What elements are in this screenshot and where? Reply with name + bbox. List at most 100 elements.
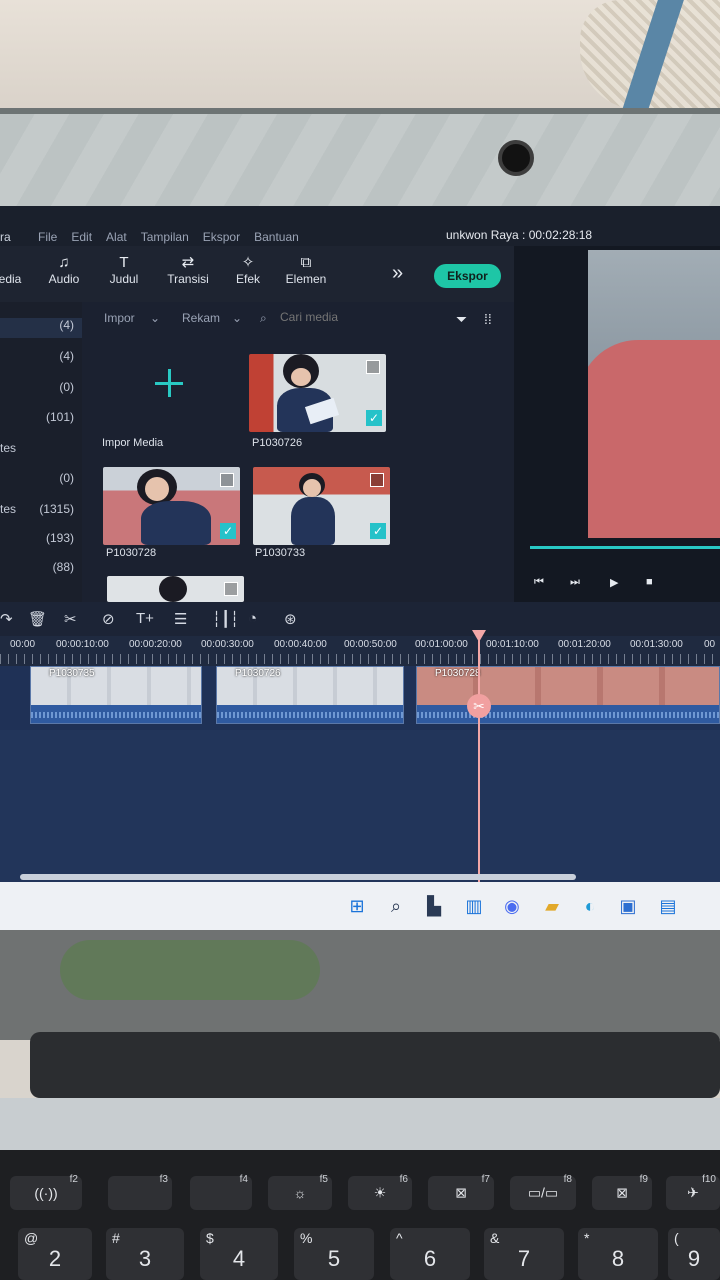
category-item[interactable]: (193) <box>0 531 82 551</box>
menu-edit[interactable]: Edit <box>71 230 92 244</box>
key-f9[interactable]: f9 ⊠ <box>592 1174 652 1210</box>
timeline-clip-name: P1030735 <box>49 668 95 679</box>
record-dropdown[interactable]: Rekam <box>182 311 220 325</box>
text-add-icon[interactable]: T+ <box>136 610 154 627</box>
menu-tools[interactable]: Alat <box>106 230 127 244</box>
category-item[interactable]: (4) <box>0 349 82 369</box>
tab-audio[interactable]: ♫ Audio <box>36 254 92 286</box>
laptop-bottom-bezel <box>0 930 720 1040</box>
category-item[interactable]: (4) <box>0 318 82 338</box>
task-view-icon[interactable]: ▙ <box>422 894 446 918</box>
key-2[interactable]: @2 <box>18 1228 92 1280</box>
key-f10[interactable]: f10 ✈ <box>666 1174 720 1210</box>
media-clip-thumbnail[interactable]: ✓ <box>249 354 386 432</box>
key-f8[interactable]: f8 ▭/▭ <box>510 1174 576 1210</box>
projector-icon: ▭/▭ <box>527 1184 559 1201</box>
redo-icon[interactable]: ↷ <box>0 610 13 628</box>
chat-icon[interactable]: ◉ <box>500 894 524 918</box>
key-f3[interactable]: f3 <box>108 1174 172 1210</box>
key-6[interactable]: ^ 6 <box>390 1228 470 1280</box>
category-item[interactable]: (0) <box>0 471 82 491</box>
chevron-down-icon[interactable]: ⌄ <box>150 311 160 325</box>
stop-icon[interactable]: ■ <box>646 576 653 588</box>
ruler-ticks <box>0 654 720 664</box>
play-icon[interactable]: ▶ <box>610 576 618 589</box>
next-frame-icon[interactable]: ⏭ <box>570 576 580 589</box>
timeline-scrollbar[interactable] <box>20 874 576 880</box>
touchpad-icon: ⊠ <box>616 1184 628 1201</box>
tab-transition[interactable]: ⇄ Transisi <box>160 254 216 286</box>
search-icon[interactable]: ⌕ <box>384 894 408 918</box>
key-8[interactable]: * 8 <box>578 1228 658 1280</box>
windows-start-icon[interactable]: ⊞ <box>345 894 369 918</box>
timeline-clip[interactable]: P1030728 <box>416 666 720 724</box>
timeline-ruler[interactable]: 00:00 00:00:10:00 00:00:20:00 00:00:30:0… <box>0 636 720 666</box>
key-f5[interactable]: f5 ☼ <box>268 1174 332 1210</box>
key-f4[interactable]: f4 <box>190 1174 252 1210</box>
key-number: 7 <box>517 1246 531 1272</box>
tab-media[interactable]: edia <box>0 254 38 286</box>
chevron-down-icon[interactable]: ⌄ <box>232 311 242 325</box>
previous-frame-icon[interactable]: ⏮ <box>534 576 544 589</box>
search-input[interactable] <box>280 307 440 327</box>
timeline-clip[interactable]: P1030735 <box>30 666 202 724</box>
store-icon[interactable]: ▣ <box>616 894 640 918</box>
menu-file[interactable]: File <box>38 230 57 244</box>
key-f2[interactable]: f2 ((·)) <box>10 1174 82 1210</box>
audio-wave-icon[interactable]: ┆┃┆ <box>212 610 239 628</box>
key-4[interactable]: $4 <box>200 1228 278 1280</box>
key-f6[interactable]: f6 ☀ <box>348 1174 412 1210</box>
filmora-app-icon[interactable]: ▤ <box>656 894 680 918</box>
widgets-icon[interactable]: ▥ <box>462 894 486 918</box>
preview-progress-bar[interactable] <box>530 546 720 549</box>
export-button[interactable]: Ekspor <box>434 264 501 288</box>
key-symbol: # <box>112 1230 120 1246</box>
category-item[interactable]: tes (1315) <box>0 502 82 522</box>
menu-help[interactable]: Bantuan <box>254 230 299 244</box>
menu-view[interactable]: Tampilan <box>141 230 189 244</box>
media-clip-thumbnail[interactable]: ✓ <box>253 467 390 545</box>
tab-effects[interactable]: ✧ Efek <box>220 254 276 286</box>
thumbnail-subject <box>303 479 321 497</box>
scissors-icon[interactable]: ✂ <box>467 694 491 718</box>
media-clip-thumbnail[interactable]: ✓ <box>103 467 240 545</box>
media-toolbar: Impor ⌄ Rekam ⌄ ⌕ ⏷ ⁞⁞ <box>82 302 514 332</box>
menu-export[interactable]: Ekspor <box>203 230 240 244</box>
crop-icon[interactable]: ⊘ <box>102 610 115 628</box>
tab-title[interactable]: T Judul <box>96 254 152 286</box>
key-5[interactable]: % 5 <box>294 1228 374 1280</box>
color-icon[interactable]: ◔ <box>248 610 257 627</box>
category-count: (0) <box>59 380 74 394</box>
timeline-clip[interactable]: P1030726 <box>216 666 404 724</box>
key-9[interactable]: (9 <box>668 1228 720 1280</box>
import-media-tile[interactable]: Impor Media <box>100 347 237 449</box>
checkmark-icon[interactable]: ✓ <box>220 523 236 539</box>
adjust-icon[interactable]: ☰ <box>174 610 187 628</box>
edge-browser-icon[interactable]: ◐ <box>578 894 602 918</box>
preview-frame <box>588 250 720 538</box>
key-f7[interactable]: f7 ⊠ <box>428 1174 494 1210</box>
filter-icon[interactable]: ⏷ <box>456 311 467 328</box>
import-dropdown[interactable]: Impor <box>104 311 135 325</box>
key-7[interactable]: & 7 <box>484 1228 564 1280</box>
category-item[interactable]: (0) <box>0 380 82 400</box>
key-symbol: & <box>490 1230 500 1246</box>
grid-view-icon[interactable]: ⁞⁞ <box>484 311 492 327</box>
playhead[interactable] <box>478 630 480 888</box>
delete-icon[interactable]: 🗑 <box>28 610 47 628</box>
tab-elements[interactable]: ⧉ Elemen <box>278 254 334 286</box>
category-item[interactable]: tes <box>0 441 82 461</box>
media-clip-thumbnail[interactable] <box>107 576 244 602</box>
cut-icon[interactable]: ✂ <box>64 610 77 628</box>
key-3[interactable]: #3 <box>106 1228 184 1280</box>
checkmark-icon[interactable]: ✓ <box>366 410 382 426</box>
speed-icon[interactable]: ⊛ <box>284 610 297 628</box>
category-item[interactable]: (88) <box>0 560 82 580</box>
checkmark-icon[interactable]: ✓ <box>370 523 386 539</box>
key-label: f9 <box>639 1174 648 1185</box>
import-media-label: Impor Media <box>102 437 164 449</box>
category-item[interactable]: (101) <box>0 410 82 430</box>
brightness-down-icon: ☼ <box>293 1185 307 1201</box>
file-explorer-icon[interactable]: ▰ <box>540 894 564 918</box>
more-tabs-icon[interactable]: » <box>392 262 403 285</box>
